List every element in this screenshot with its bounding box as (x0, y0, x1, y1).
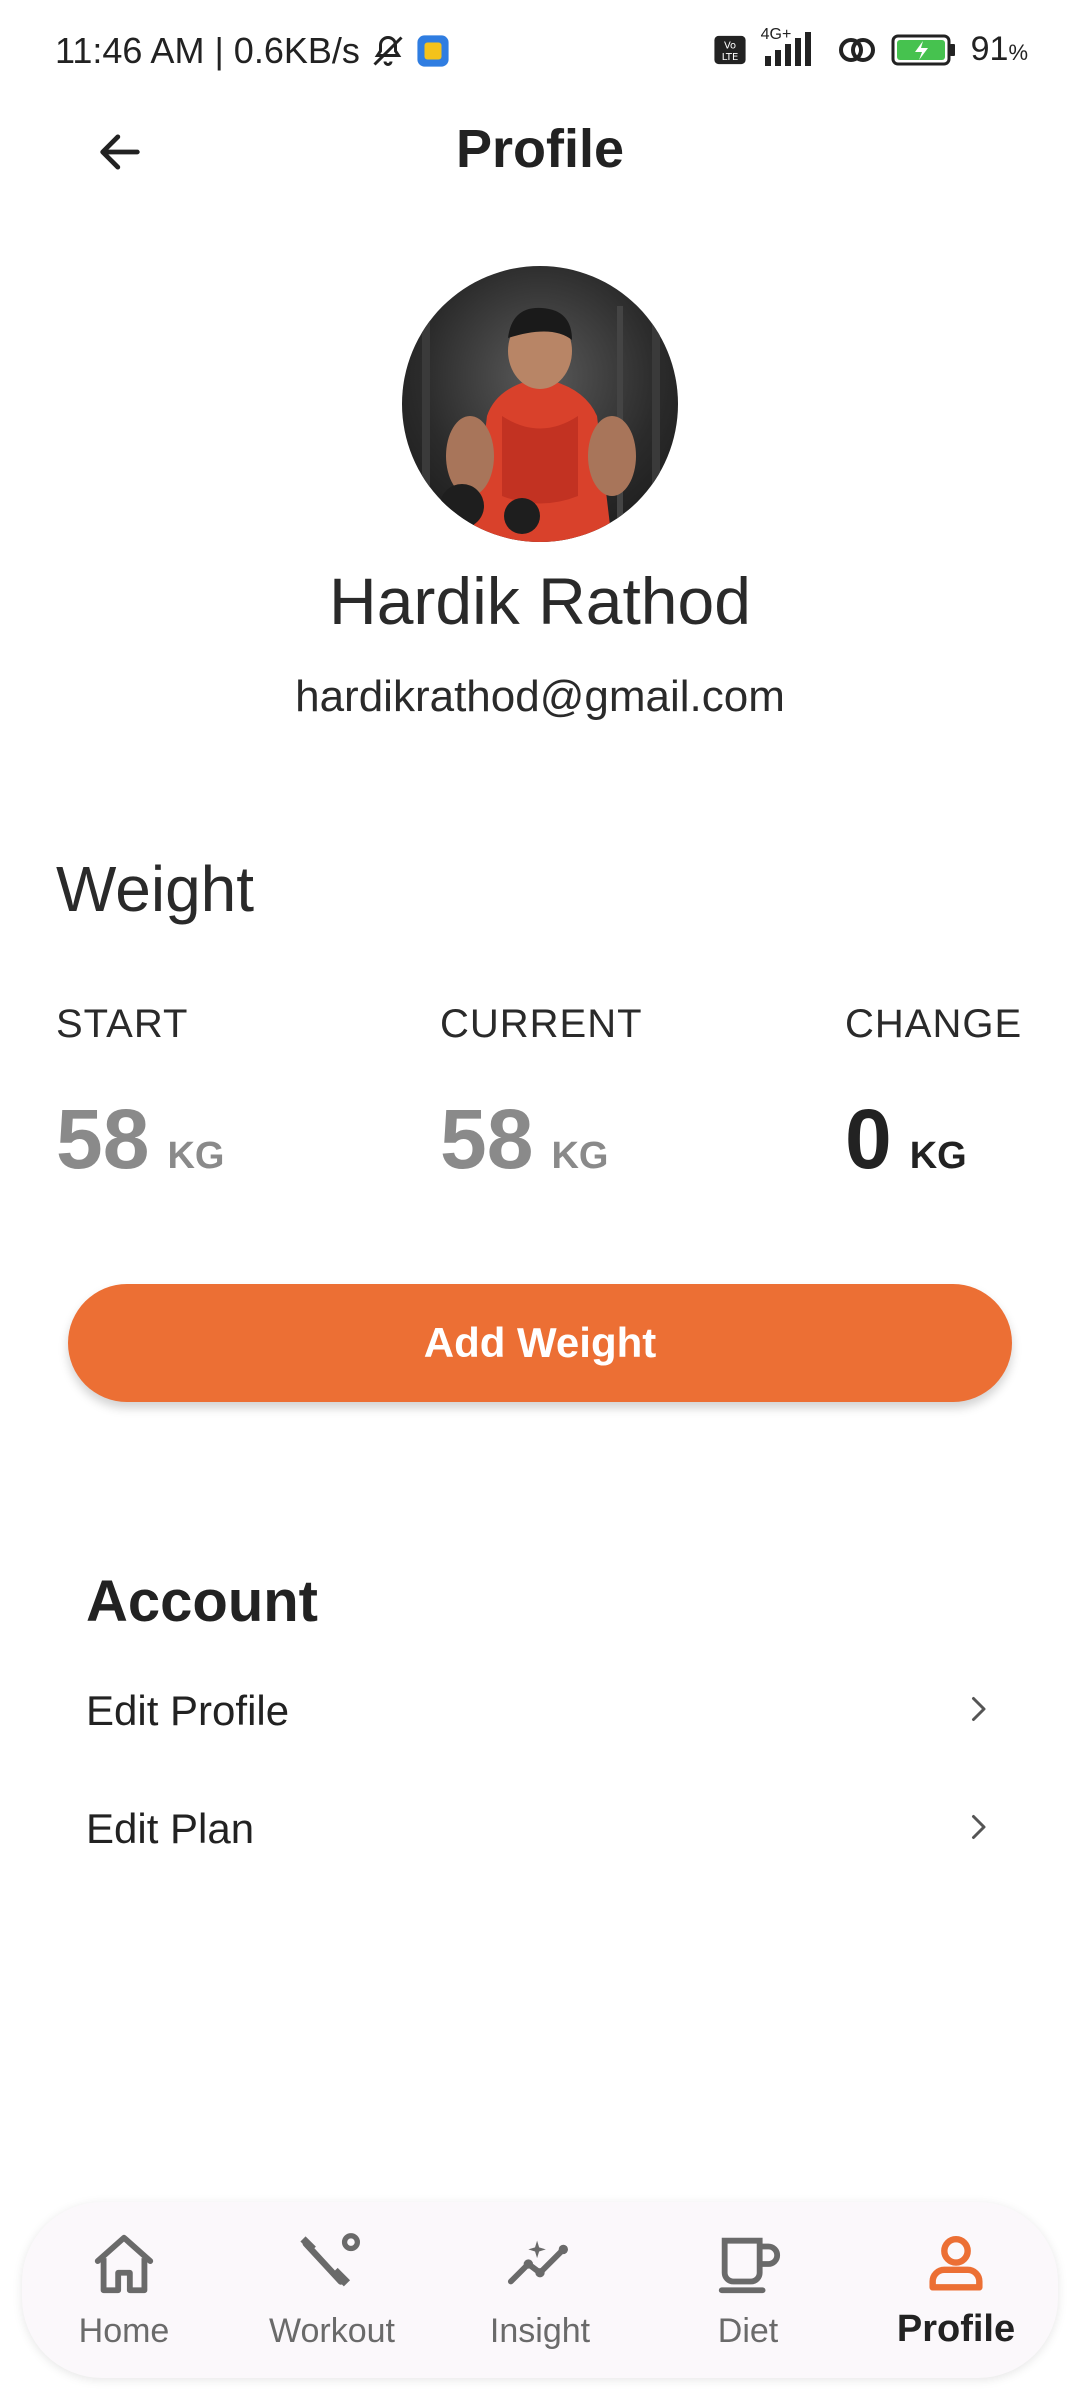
bottom-nav: Home Workout Insight Diet Profile (22, 2202, 1058, 2378)
avatar (402, 266, 678, 542)
nav-item-workout[interactable]: Workout (242, 2202, 422, 2378)
battery-level: 91% (970, 30, 1028, 68)
nav-label-workout: Workout (269, 2312, 395, 2350)
svg-text:Vo: Vo (724, 40, 736, 51)
chevron-right-icon (960, 1691, 996, 1732)
svg-text:LTE: LTE (721, 51, 737, 62)
weight-change-value: 0 (845, 1092, 892, 1186)
user-email: hardikrathod@gmail.com (295, 672, 785, 721)
volte-icon: Vo LTE (713, 33, 747, 67)
status-left: 11:46 AM | 0.6KB/s (55, 30, 450, 72)
weight-start-stat: START 58 KG (56, 1002, 224, 1188)
nav-item-diet[interactable]: Diet (658, 2202, 838, 2378)
nav-item-home[interactable]: Home (34, 2202, 214, 2378)
weight-current-stat: CURRENT 58 KG (440, 1002, 643, 1188)
profile-screen: 11:46 AM | 0.6KB/s Vo LTE 4G+ 91% Profil… (0, 0, 1080, 2400)
weight-current-value-row: 58 KG (440, 1091, 643, 1188)
workout-icon (297, 2228, 367, 2300)
status-bar: 11:46 AM | 0.6KB/s Vo LTE 4G+ 91% (0, 0, 1080, 100)
status-right: Vo LTE 4G+ 91% (713, 26, 1028, 69)
weight-current-value: 58 (440, 1092, 534, 1186)
menu-item-label: Edit Profile (86, 1687, 290, 1734)
menu-item-edit-profile[interactable]: Edit Profile (86, 1666, 996, 1756)
weight-current-label: CURRENT (440, 1002, 643, 1046)
weight-change-unit: KG (909, 1135, 967, 1177)
menu-item-edit-plan[interactable]: Edit Plan (86, 1784, 996, 1874)
nav-label-diet: Diet (717, 2312, 779, 2350)
account-section-title: Account (86, 1569, 318, 1634)
weight-change-stat: CHANGE 0 KG (845, 1002, 1022, 1188)
weight-change-value-row: 0 KG (845, 1091, 1022, 1188)
app-header: Profile (0, 100, 1080, 200)
page-title: Profile (455, 119, 625, 179)
weight-start-value: 58 (56, 1092, 150, 1186)
add-weight-button[interactable]: Add Weight (68, 1284, 1012, 1402)
diet-icon (713, 2228, 783, 2300)
link-icon (837, 32, 877, 68)
menu-item-label: Edit Plan (86, 1805, 255, 1852)
signal-icon: 4G+ (761, 26, 823, 68)
status-network-speed: 0.6KB/s (233, 30, 360, 71)
weight-start-label: START (56, 1002, 189, 1046)
weight-current-unit: KG (551, 1135, 609, 1177)
user-name: Hardik Rathod (329, 564, 751, 638)
weight-change-label: CHANGE (845, 1002, 1023, 1046)
weight-section-title: Weight (56, 853, 255, 925)
weight-start-value-row: 58 KG (56, 1091, 224, 1188)
nav-item-insight[interactable]: Insight (450, 2202, 630, 2378)
nav-item-profile[interactable]: Profile (866, 2202, 1046, 2378)
chevron-right-icon (960, 1809, 996, 1850)
nav-label-home: Home (78, 2312, 170, 2350)
weight-start-unit: KG (167, 1135, 225, 1177)
nav-label-insight: Insight (489, 2312, 591, 2350)
home-icon (89, 2228, 159, 2300)
app-notification-icon (416, 34, 450, 68)
insight-icon (505, 2228, 575, 2300)
status-separator: | (214, 30, 224, 71)
status-time: 11:46 AM (55, 30, 205, 71)
mute-icon (370, 33, 406, 69)
battery-icon (891, 32, 957, 68)
network-type: 4G+ (760, 25, 792, 43)
profile-icon (921, 2228, 991, 2300)
nav-label-profile: Profile (896, 2308, 1016, 2350)
